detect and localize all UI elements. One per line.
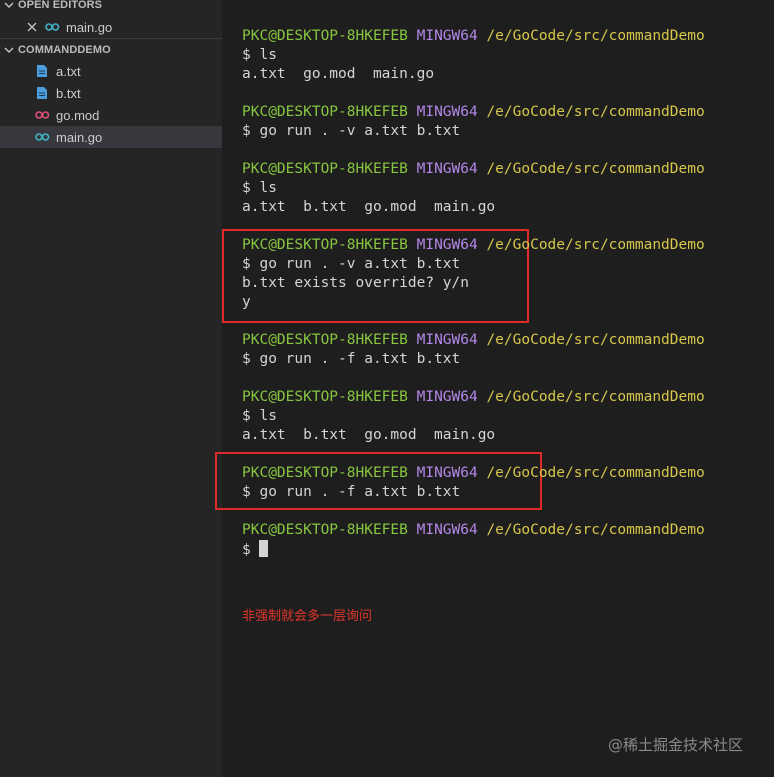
prompt-user: PKC@DESKTOP-8HKEFEB — [242, 237, 408, 253]
command-line: $ ls — [242, 47, 277, 63]
open-editor-filename: main.go — [66, 19, 113, 35]
command-line: $ go run . -f a.txt b.txt — [242, 351, 461, 367]
file-name: a.txt — [56, 63, 81, 79]
prompt-system: MINGW64 — [416, 237, 478, 253]
go-file-icon — [44, 19, 60, 35]
prompt-system: MINGW64 — [416, 161, 478, 177]
prompt-line: PKC@DESKTOP-8HKEFEB MINGW64 /e/GoCode/sr… — [242, 331, 705, 350]
prompt-line: PKC@DESKTOP-8HKEFEB MINGW64 /e/GoCode/sr… — [242, 388, 705, 407]
command-line: $ go run . -f a.txt b.txt — [242, 484, 461, 500]
prompt-user: PKC@DESKTOP-8HKEFEB — [242, 28, 408, 44]
prompt-path: /e/GoCode/src/commandDemo — [486, 161, 705, 177]
prompt-system: MINGW64 — [416, 465, 478, 481]
prompt-user: PKC@DESKTOP-8HKEFEB — [242, 104, 408, 120]
file-item-a-txt[interactable]: a.txt — [0, 60, 222, 82]
open-editors-label: OPEN EDITORS — [18, 0, 103, 11]
command-line: $ ls — [242, 180, 277, 196]
file-item-go-mod[interactable]: go.mod — [0, 104, 222, 126]
chevron-down-icon — [0, 45, 18, 55]
go-mod-icon — [34, 107, 50, 123]
prompt-user: PKC@DESKTOP-8HKEFEB — [242, 332, 408, 348]
prompt-line: PKC@DESKTOP-8HKEFEB MINGW64 /e/GoCode/sr… — [242, 464, 705, 483]
prompt-path: /e/GoCode/src/commandDemo — [486, 332, 705, 348]
command-prompt: $ — [242, 542, 260, 558]
prompt-line: PKC@DESKTOP-8HKEFEB MINGW64 /e/GoCode/sr… — [242, 103, 705, 122]
prompt-system: MINGW64 — [416, 332, 478, 348]
output-line: a.txt go.mod main.go — [242, 66, 435, 82]
prompt-user: PKC@DESKTOP-8HKEFEB — [242, 465, 408, 481]
chevron-down-icon — [0, 0, 18, 10]
file-name: go.mod — [56, 107, 100, 123]
prompt-system: MINGW64 — [416, 28, 478, 44]
output-line: a.txt b.txt go.mod main.go — [242, 427, 496, 443]
prompt-path: /e/GoCode/src/commandDemo — [486, 465, 705, 481]
watermark: @稀土掘金技术社区 — [608, 736, 744, 754]
prompt-path: /e/GoCode/src/commandDemo — [486, 28, 705, 44]
input-line[interactable]: $ — [242, 540, 269, 559]
output-line: b.txt exists override? y/n — [242, 275, 469, 291]
prompt-user: PKC@DESKTOP-8HKEFEB — [242, 161, 408, 177]
prompt-line: PKC@DESKTOP-8HKEFEB MINGW64 /e/GoCode/sr… — [242, 27, 705, 46]
command-line: $ go run . -v a.txt b.txt — [242, 256, 461, 272]
output-line: a.txt b.txt go.mod main.go — [242, 199, 496, 215]
terminal-panel[interactable]: PKC@DESKTOP-8HKEFEB MINGW64 /e/GoCode/sr… — [215, 0, 774, 777]
prompt-path: /e/GoCode/src/commandDemo — [486, 522, 705, 538]
explorer-sidebar: OPEN EDITORS main.go COMMANDDEMO a.txt b… — [0, 0, 222, 777]
prompt-path: /e/GoCode/src/commandDemo — [486, 389, 705, 405]
prompt-system: MINGW64 — [416, 522, 478, 538]
file-item-main-go[interactable]: main.go — [0, 126, 222, 148]
open-editor-item-main-go[interactable]: main.go — [0, 16, 222, 38]
text-file-icon — [34, 85, 50, 101]
prompt-line: PKC@DESKTOP-8HKEFEB MINGW64 /e/GoCode/sr… — [242, 236, 705, 255]
prompt-system: MINGW64 — [416, 389, 478, 405]
file-item-b-txt[interactable]: b.txt — [0, 82, 222, 104]
prompt-system: MINGW64 — [416, 104, 478, 120]
prompt-user: PKC@DESKTOP-8HKEFEB — [242, 389, 408, 405]
command-line: $ ls — [242, 408, 277, 424]
annotation-note: 非强制就会多一层询问 — [242, 609, 373, 624]
go-file-icon — [34, 129, 50, 145]
file-name: main.go — [56, 129, 103, 145]
prompt-user: PKC@DESKTOP-8HKEFEB — [242, 522, 408, 538]
text-cursor — [259, 540, 269, 557]
prompt-line: PKC@DESKTOP-8HKEFEB MINGW64 /e/GoCode/sr… — [242, 521, 705, 540]
prompt-path: /e/GoCode/src/commandDemo — [486, 237, 705, 253]
close-icon[interactable] — [24, 22, 40, 32]
prompt-path: /e/GoCode/src/commandDemo — [486, 104, 705, 120]
open-editors-header[interactable]: OPEN EDITORS — [0, 0, 222, 16]
output-line: y — [242, 294, 251, 310]
text-file-icon — [34, 63, 50, 79]
file-name: b.txt — [56, 85, 81, 101]
command-line: $ go run . -v a.txt b.txt — [242, 123, 461, 139]
project-header[interactable]: COMMANDDEMO — [0, 39, 222, 61]
prompt-line: PKC@DESKTOP-8HKEFEB MINGW64 /e/GoCode/sr… — [242, 160, 705, 179]
project-label: COMMANDDEMO — [18, 44, 111, 56]
